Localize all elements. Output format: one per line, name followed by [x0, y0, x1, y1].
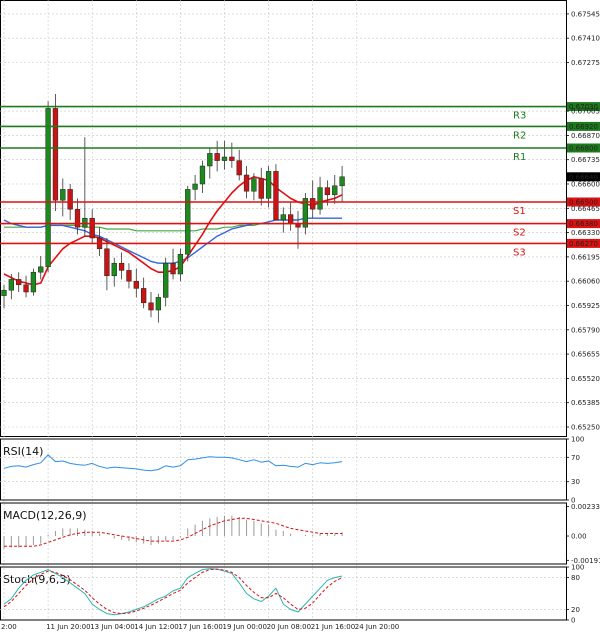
candle-body: [104, 248, 110, 277]
time-tick-label: 13 Jun 04:00: [90, 623, 134, 631]
rsi-panel-tick-label: 30: [571, 478, 580, 486]
time-tick-label: 24 Jun 20:00: [355, 623, 399, 631]
time-tick-label: 11 Jun 20:00: [46, 623, 90, 631]
price-tick-label: 0.66465: [571, 205, 600, 213]
candle-body: [38, 266, 44, 273]
candle-body: [317, 187, 323, 210]
candle-body: [89, 217, 95, 239]
macd-panel-label: MACD(12,26,9): [3, 509, 87, 522]
level-label-r2: R2: [513, 130, 526, 141]
grid-lines: [0, 0, 567, 620]
candle-body: [16, 279, 22, 286]
level-label-s3: S3: [513, 247, 526, 258]
level-label-s1: S1: [513, 206, 526, 217]
candle-body: [310, 198, 316, 210]
time-tick-label: 17 Jun 16:00: [178, 623, 222, 631]
price-tick-label: 0.67005: [571, 108, 600, 116]
candle-body: [30, 271, 37, 293]
candle-body: [52, 108, 59, 201]
rsi-panel-tick-label: 70: [571, 454, 580, 462]
level-price-label: 0.66270: [569, 240, 598, 248]
candle-body: [126, 270, 132, 282]
stoch-panel-tick-label: 80: [571, 574, 580, 582]
candle-body: [280, 214, 286, 221]
price-tick-label: 0.66735: [571, 156, 600, 164]
candle-body: [192, 183, 198, 190]
candle-body: [214, 153, 220, 161]
ma-green-line: [4, 223, 343, 232]
candle-body: [23, 284, 29, 293]
price-tick-label: 0.65790: [571, 326, 600, 334]
candle-body: [258, 178, 264, 199]
stoch-panel-tick-label: 0: [571, 617, 575, 625]
candle-body: [8, 279, 14, 291]
price-tick-label: 0.67545: [571, 10, 600, 18]
level-price-label: 0.66380: [569, 220, 598, 228]
candle-body: [243, 174, 250, 192]
level-label-s2: S2: [513, 228, 526, 239]
candle-body: [155, 297, 161, 311]
candle-body: [199, 165, 206, 185]
candle-body: [74, 208, 81, 228]
price-tick-label: 0.67410: [571, 35, 600, 43]
price-tick-label: 0.65925: [571, 302, 600, 310]
candle-body: [111, 262, 117, 277]
candle-body: [273, 171, 279, 221]
macd-panel-tick-label: 0.002332: [571, 503, 600, 511]
time-tick-label: 2:00: [1, 623, 17, 631]
price-tick-label: 0.66060: [571, 278, 600, 286]
rsi-panel-label: RSI(14): [3, 445, 43, 458]
price-tick-label: 0.65520: [571, 375, 600, 383]
price-tick-label: 0.66600: [571, 181, 600, 189]
time-tick-label: 20 Jun 08:00: [267, 623, 311, 631]
macd-signal-line: [4, 517, 343, 547]
candle-body: [236, 160, 242, 176]
candle-body: [229, 156, 235, 161]
price-tick-label: 0.67275: [571, 59, 600, 67]
candle-body: [60, 189, 66, 201]
price-tick-label: 0.65250: [571, 424, 600, 432]
candle-body: [133, 280, 139, 289]
rsi-panel-frame: [0, 438, 567, 501]
candle-body: [163, 262, 169, 298]
level-label-r1: R1: [513, 152, 526, 163]
price-tick-label: 0.66195: [571, 253, 600, 261]
level-label-r3: R3: [513, 111, 526, 122]
candle-body: [148, 302, 154, 311]
candle-body: [221, 156, 228, 161]
candle-body: [1, 289, 7, 296]
candle-body: [265, 171, 272, 199]
candle-body: [118, 262, 125, 271]
level-price-label: 0.66800: [569, 145, 598, 153]
stoch-panel-tick-label: 20: [571, 606, 580, 614]
price-tick-label: 0.66870: [571, 132, 600, 140]
rsi-panel-tick-label: 100: [571, 436, 584, 444]
time-tick-label: 21 Jun 16:00: [311, 623, 355, 631]
price-tick-label: 0.65655: [571, 351, 600, 359]
indicator-panels: 10070300RSI(14)0.0023320.00-0.001911MACD…: [0, 436, 600, 625]
candle-body: [141, 288, 147, 304]
macd-panel-tick-label: 0.00: [571, 533, 587, 541]
time-tick-label: 14 Jun 12:00: [134, 623, 178, 631]
candle-body: [185, 189, 191, 255]
price-tick-label: 0.65385: [571, 399, 600, 407]
candle-body: [251, 178, 257, 192]
candle-body: [177, 253, 184, 275]
stoch-panel-tick-label: 100: [571, 564, 584, 572]
forex-chart: R30.67030R20.66920R10.66800S10.66500S20.…: [0, 0, 600, 631]
level-price-label: 0.66920: [569, 123, 598, 131]
time-tick-label: 19 Jun 00:00: [223, 623, 267, 631]
candle-body: [207, 153, 213, 167]
candle-body: [339, 176, 345, 187]
candle-body: [332, 185, 338, 196]
candle-body: [288, 214, 294, 224]
axes: 0.67545 0.67410 0.67275 0.67005 0.66870 0.667…: [1, 10, 600, 631]
candle-body: [324, 187, 331, 196]
candle-body: [170, 262, 176, 275]
candle-body: [82, 217, 88, 228]
price-tick-label: 0.66330: [571, 229, 600, 237]
candle-body: [67, 189, 73, 210]
